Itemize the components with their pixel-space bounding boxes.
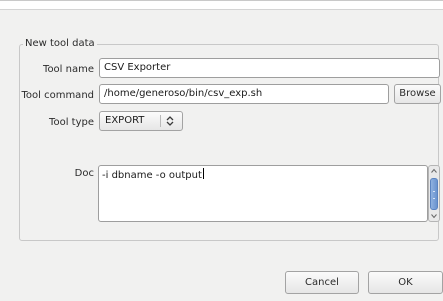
scroll-down-arrow-icon[interactable] — [430, 212, 438, 220]
select-divider — [160, 115, 161, 127]
ok-button[interactable]: OK — [368, 271, 443, 294]
ok-button-label: OK — [398, 277, 413, 288]
dialog-top-strip — [0, 1, 443, 10]
tool-type-value: EXPORT — [105, 115, 145, 126]
group-title: New tool data — [23, 37, 97, 50]
tool-command-value: /home/generoso/bin/csv_exp.sh — [104, 88, 263, 99]
updown-chevron-icon — [163, 114, 177, 128]
doc-label: Doc — [74, 168, 94, 179]
doc-text: -i dbname -o output — [102, 170, 202, 181]
tool-name-value: CSV Exporter — [104, 62, 171, 73]
scroll-thumb-grip — [433, 191, 435, 199]
doc-textarea[interactable]: -i dbname -o output — [98, 165, 428, 222]
browse-button-label: Browse — [399, 88, 436, 99]
tool-command-input[interactable]: /home/generoso/bin/csv_exp.sh — [99, 84, 389, 104]
text-caret — [202, 168, 204, 179]
tool-type-label: Tool type — [49, 117, 94, 128]
scroll-up-arrow-icon[interactable] — [430, 167, 438, 175]
scroll-thumb[interactable] — [430, 178, 438, 210]
cancel-button-label: Cancel — [305, 277, 339, 288]
doc-scrollbar[interactable] — [428, 165, 440, 222]
cancel-button[interactable]: Cancel — [285, 271, 359, 294]
new-tool-dialog: New tool data Tool name CSV Exporter Too… — [0, 0, 443, 301]
tool-command-label: Tool command — [21, 90, 94, 101]
browse-button[interactable]: Browse — [394, 84, 441, 104]
tool-name-input[interactable]: CSV Exporter — [99, 58, 440, 78]
tool-type-select[interactable]: EXPORT — [99, 111, 183, 131]
tool-name-label: Tool name — [43, 64, 94, 75]
